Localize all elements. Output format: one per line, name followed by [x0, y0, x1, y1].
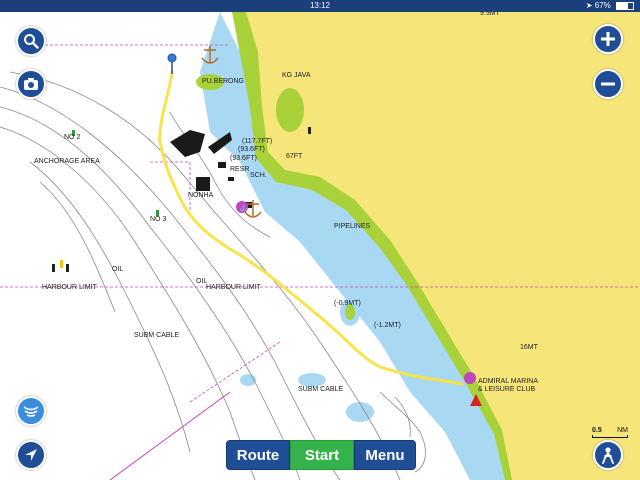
camera-icon	[24, 78, 38, 90]
nautical-chart[interactable]: ⚓ 9.3MT PU.BERONG KG JAVA (117.7FT) (93.…	[0, 10, 640, 480]
zoom-in-button[interactable]	[593, 24, 623, 54]
marina-symbol[interactable]	[464, 372, 476, 384]
search-icon	[24, 34, 39, 49]
status-right: ➤ 67%	[586, 0, 634, 12]
route-button[interactable]: Route	[226, 440, 290, 470]
feature-label: SUBM CABLE	[134, 332, 180, 339]
battery-percent: 67%	[594, 1, 611, 10]
area-label: HARBOUR LIMIT	[42, 284, 97, 291]
scale-unit: NM	[617, 427, 628, 434]
shoal	[298, 373, 326, 387]
location-arrow-icon: ➤	[585, 1, 593, 10]
locate-button[interactable]	[16, 440, 46, 470]
feature-label: SCH.	[250, 172, 267, 179]
start-button[interactable]: Start	[290, 440, 354, 470]
feature-label: SUBM CABLE	[298, 386, 344, 393]
scale-bar: 0.5 NM	[592, 427, 628, 438]
marina-symbol[interactable]: ⚓	[236, 201, 248, 213]
sonar-icon	[23, 406, 39, 417]
depth-label: (-1.2MT)	[374, 322, 401, 329]
feature-label: PIPELINES	[334, 223, 371, 230]
shoal	[346, 402, 374, 422]
buoy-label: NO 3	[150, 216, 167, 223]
feature-label: RESR	[230, 166, 250, 173]
battery-icon	[616, 1, 634, 10]
buoy-label: NO 2	[64, 134, 81, 141]
zoom-out-button[interactable]	[593, 69, 623, 99]
plus-icon	[601, 32, 615, 46]
place-label: PU.BERONG	[202, 78, 245, 85]
navigation-arrow-icon	[25, 449, 37, 461]
sonar-button[interactable]	[16, 396, 46, 426]
svg-text:⚓: ⚓	[239, 203, 248, 212]
scale-line	[592, 435, 628, 438]
scale-value: 0.5	[592, 427, 602, 434]
minus-icon	[601, 82, 615, 86]
marina-label: ADMIRAL MARINA	[478, 378, 539, 385]
status-time: 13:12	[309, 1, 331, 10]
feature-label: OIL	[112, 266, 124, 273]
depth-label: 16MT	[520, 344, 538, 351]
place-label: KG JAVA	[282, 72, 311, 79]
depth-label: (117.7FT)	[242, 138, 273, 145]
depth-label: 67FT	[286, 153, 303, 160]
depth-label: (93.6FT)	[230, 155, 257, 162]
feature-label: NONHA	[188, 192, 214, 199]
area-label: HARBOUR LIMIT	[206, 284, 261, 291]
menu-button[interactable]: Menu	[354, 440, 416, 470]
person-icon	[602, 447, 614, 464]
person-button[interactable]	[593, 440, 623, 470]
depth-label: (-0.9MT)	[334, 300, 361, 307]
search-button[interactable]	[16, 26, 46, 56]
status-bar: 13:12 ➤ 67%	[0, 0, 640, 12]
bottom-action-bar: Route Start Menu	[226, 440, 416, 470]
depth-label: (93.6FT)	[238, 146, 265, 153]
area-label: ANCHORAGE AREA	[34, 158, 100, 165]
green-shoal	[276, 88, 304, 132]
camera-button[interactable]	[16, 69, 46, 99]
chart-canvas[interactable]: ⚓	[0, 12, 640, 480]
marina-label: & LEISURE CLUB	[478, 386, 536, 393]
